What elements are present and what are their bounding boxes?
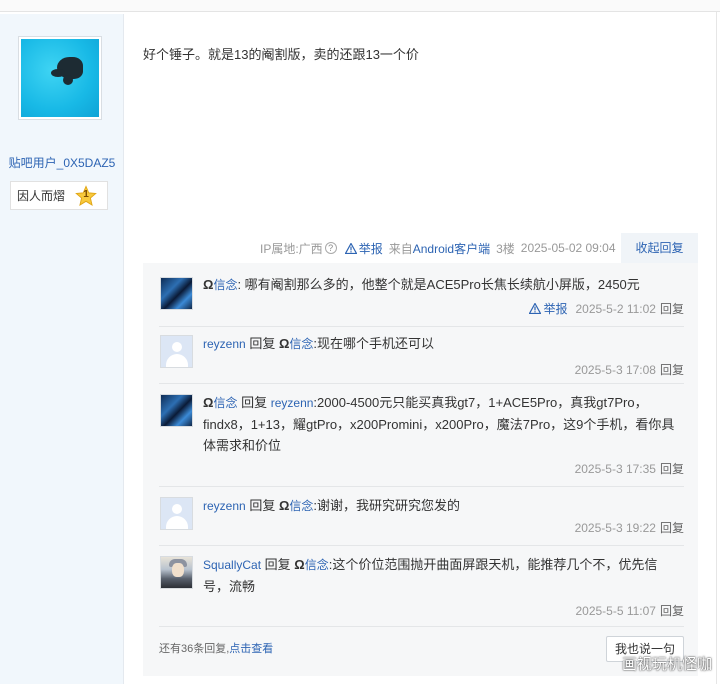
view-more-link[interactable]: 点击查看 <box>229 643 273 655</box>
reply-avatar[interactable] <box>160 277 193 310</box>
reply-word: 回复 <box>241 395 268 410</box>
level-badge[interactable]: 因人而熠 1 <box>10 181 108 210</box>
reply-button[interactable]: 回复 <box>660 519 684 536</box>
omega-prefix: Ω <box>203 277 214 292</box>
reply-content: :谢谢，我研究研究您发的 <box>313 498 461 513</box>
reply-text: Ω信念 回复 reyzenn:2000-4500元只能买真我gt7，1+ACE5… <box>203 392 683 456</box>
reply-word: 回复 <box>249 336 276 351</box>
ip-location: IP属地:广西 <box>260 241 323 256</box>
report-button[interactable]: 举报 <box>344 240 383 257</box>
author-sidebar: 贴吧用户_0X5DAZ5 因人而熠 1 <box>0 14 124 684</box>
reply-item: reyzenn 回复 Ω信念:谢谢，我研究研究您发的 2025-5-3 19:2… <box>159 487 684 546</box>
omega-prefix: Ω <box>203 395 214 410</box>
report-button[interactable]: 举报 <box>529 300 567 317</box>
reply-content: : 哪有阉割那么多的，他整个就是ACE5Pro长焦长续航小屏版，2450元 <box>237 277 640 292</box>
floor-number: 3楼 <box>496 241 515 256</box>
reply-target[interactable]: 信念 <box>289 337 313 351</box>
warning-icon <box>529 303 542 314</box>
reply-word: 回复 <box>264 557 291 572</box>
reply-text: reyzenn 回复 Ω信念:现在哪个手机还可以 <box>203 333 683 355</box>
reply-time: 2025-5-2 11:02 <box>575 301 656 316</box>
top-divider <box>0 0 720 12</box>
reply-username[interactable]: 信念 <box>213 396 237 410</box>
post-content: 好个锤子。就是13的阉割版，卖的还跟13一个价 <box>143 47 419 62</box>
avatar-image <box>21 39 99 117</box>
reply-username[interactable]: reyzenn <box>203 499 246 513</box>
help-icon[interactable]: ? <box>324 242 337 254</box>
level-number: 1 <box>83 188 89 200</box>
reply-time: 2025-5-3 17:08 <box>574 362 656 377</box>
reply-item: Ω信念 回复 reyzenn:2000-4500元只能买真我gt7，1+ACE5… <box>159 384 684 487</box>
reply-avatar[interactable] <box>160 394 193 427</box>
omega-prefix: Ω <box>278 498 290 513</box>
level-name: 因人而熠 <box>17 189 66 203</box>
reply-target[interactable]: reyzenn <box>271 396 314 410</box>
reply-meta: 2025-5-3 19:22 回复 <box>575 519 684 536</box>
reply-time: 2025-5-3 17:35 <box>574 461 656 476</box>
reply-button[interactable]: 回复 <box>660 460 684 477</box>
more-replies-count: 还有36条回复, <box>159 643 230 655</box>
collapse-replies-button[interactable]: 收起回复 <box>621 233 698 263</box>
reply-avatar[interactable] <box>160 335 193 368</box>
reply-username[interactable]: reyzenn <box>203 337 246 351</box>
reply-text: SquallyCat 回复 Ω信念:这个价位范围抛开曲面屏跟天机，能推荐几个不，… <box>203 554 683 597</box>
author-avatar[interactable] <box>18 36 102 120</box>
more-replies: 还有36条回复,点击查看 <box>159 640 273 656</box>
reply-meta: 2025-5-3 17:08 回复 <box>575 361 684 378</box>
report-label: 举报 <box>543 302 568 316</box>
omega-prefix: Ω <box>278 336 290 351</box>
right-divider <box>716 12 717 684</box>
reply-text: reyzenn 回复 Ω信念:谢谢，我研究研究您发的 <box>203 495 683 517</box>
reply-username[interactable]: SquallyCat <box>203 558 261 572</box>
watermark: 画视玩机怪咖 <box>621 656 712 673</box>
report-label: 举报 <box>358 241 383 256</box>
reply-item: reyzenn 回复 Ω信念:现在哪个手机还可以 2025-5-3 17:08 … <box>159 327 684 384</box>
reply-target[interactable]: 信念 <box>289 499 313 513</box>
post-meta: IP属地:广西 ? 举报 来自 Android客户端 3楼 2025-05-02… <box>260 240 616 256</box>
reply-time: 2025-5-5 11:07 <box>575 603 656 618</box>
reply-target[interactable]: 信念 <box>305 558 329 572</box>
reply-button[interactable]: 回复 <box>660 361 684 378</box>
reply-meta: 2025-5-5 11:07 回复 <box>575 602 684 619</box>
author-username[interactable]: 贴吧用户_0X5DAZ5 <box>0 154 124 171</box>
reply-box: Ω信念: 哪有阉割那么多的，他整个就是ACE5Pro长焦长续航小屏版，2450元… <box>143 263 698 676</box>
reply-avatar[interactable] <box>160 556 193 589</box>
reply-content: :现在哪个手机还可以 <box>313 336 435 351</box>
reply-word: 回复 <box>249 498 276 513</box>
reply-meta: 2025-5-3 17:35 回复 <box>575 460 684 477</box>
reply-time: 2025-5-3 19:22 <box>574 520 656 535</box>
reply-text: Ω信念: 哪有阉割那么多的，他整个就是ACE5Pro长焦长续航小屏版，2450元 <box>203 274 683 296</box>
reply-button[interactable]: 回复 <box>660 300 684 317</box>
reply-avatar[interactable] <box>160 497 193 530</box>
reply-username[interactable]: 信念 <box>213 278 237 292</box>
post-timestamp: 2025-05-02 09:04 <box>520 241 616 255</box>
warning-icon <box>344 242 357 254</box>
reply-item: SquallyCat 回复 Ω信念:这个价位范围抛开曲面屏跟天机，能推荐几个不，… <box>159 546 684 627</box>
omega-prefix: Ω <box>294 557 305 572</box>
reply-item: Ω信念: 哪有阉割那么多的，他整个就是ACE5Pro长焦长续航小屏版，2450元… <box>159 273 684 327</box>
reply-button[interactable]: 回复 <box>660 602 684 619</box>
star-icon: 1 <box>75 184 97 207</box>
source-prefix: 来自 <box>388 241 413 256</box>
reply-meta: 举报 2025-5-2 11:02 回复 <box>529 300 684 317</box>
source-link[interactable]: Android客户端 <box>413 240 490 257</box>
